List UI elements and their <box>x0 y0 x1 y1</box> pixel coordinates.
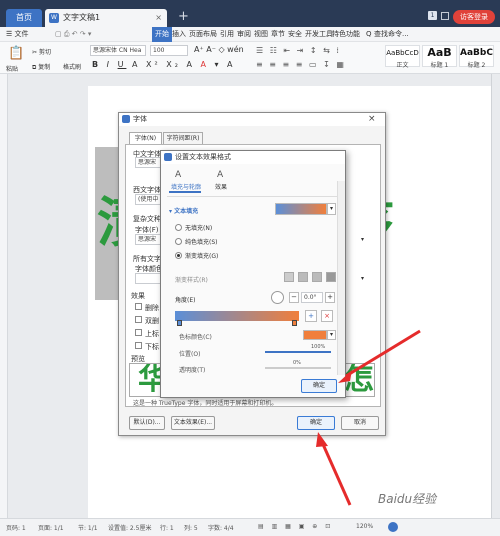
baidu-watermark: Baidu经验 <box>378 492 437 506</box>
zoom-level[interactable]: 120% <box>356 523 373 530</box>
status-page: 页码: 1 <box>6 525 26 532</box>
status-words: 字数: 4/4 <box>208 525 234 532</box>
arrowhead-icon <box>316 432 328 447</box>
arrow-to-effects-ok <box>345 329 421 378</box>
status-bar: 页码: 1 页面: 1/1 节: 1/1 设置值: 2.5厘米 行: 1 列: … <box>0 518 500 536</box>
zoom-indicator-icon[interactable] <box>388 522 398 532</box>
arrow-to-font-ok <box>320 441 352 506</box>
status-pages: 页面: 1/1 <box>38 525 64 532</box>
status-setting: 设置值: 2.5厘米 <box>108 525 152 532</box>
view-mode-icons[interactable]: ▤ ▥ ▦ ▣ ⊕ ⊡ <box>258 523 333 530</box>
status-section: 节: 1/1 <box>78 525 98 532</box>
arrowhead-icon <box>338 370 352 383</box>
annotation-arrows <box>316 329 421 506</box>
status-col: 列: 5 <box>184 525 198 532</box>
status-row: 行: 1 <box>160 525 174 532</box>
